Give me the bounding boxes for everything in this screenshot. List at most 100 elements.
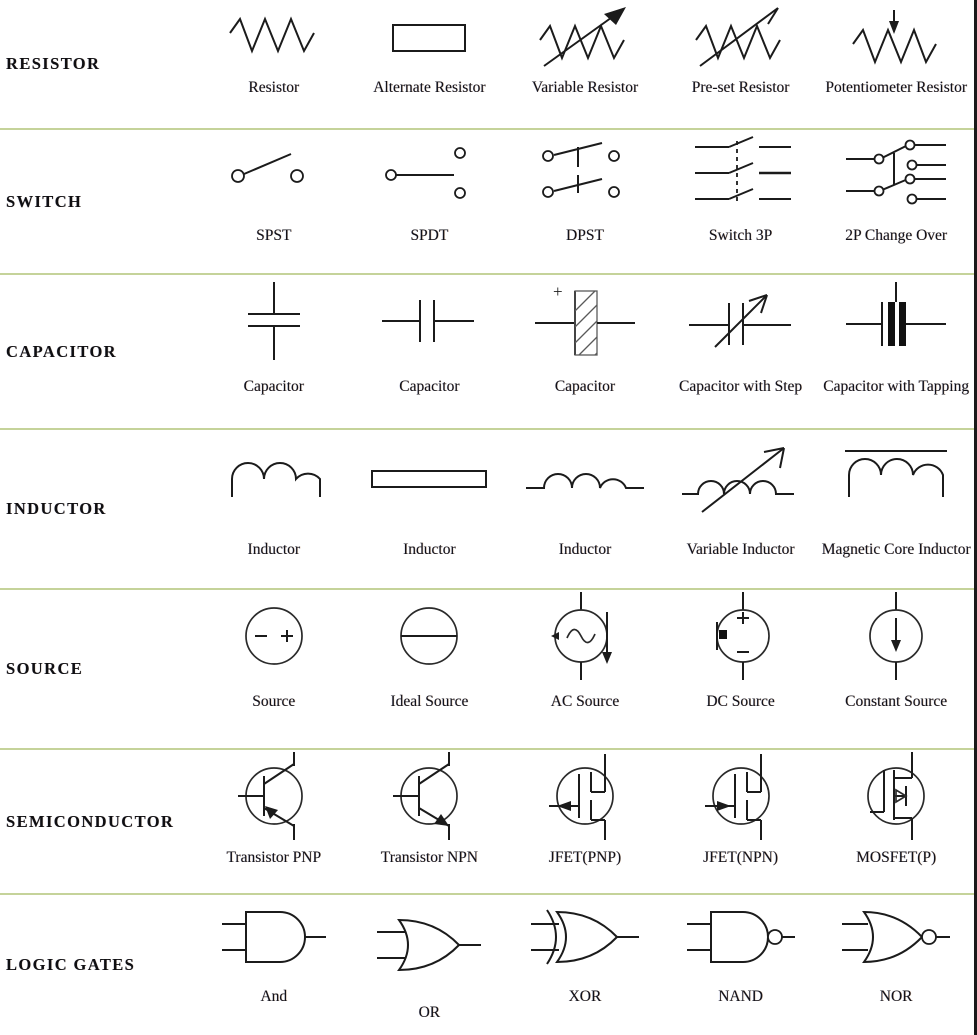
symbol-caption: Alternate Resistor	[373, 79, 486, 96]
inductor-coil-flat-symbol	[507, 430, 663, 526]
mosfet-p-symbol	[818, 750, 974, 842]
symbol-cells: Inductor Inductor Inductor Variable Indu…	[196, 430, 974, 588]
resistor-rectangle-symbol	[352, 0, 508, 74]
symbol-cell-spdt: SPDT	[352, 130, 508, 273]
symbol-caption: Switch 3P	[708, 227, 773, 244]
category-row-resistor: RESISTOR Resistor Alternate Resistor Var…	[0, 0, 974, 130]
symbol-cell-magnetic-core-inductor: Magnetic Core Inductor	[818, 430, 974, 588]
symbol-caption: JFET(NPN)	[703, 849, 779, 866]
spdt-switch-symbol	[352, 130, 508, 214]
ideal-source-symbol	[352, 590, 508, 682]
symbol-caption: NAND	[718, 988, 763, 1005]
spst-switch-symbol	[196, 130, 352, 214]
category-title: INDUCTOR	[6, 499, 107, 518]
category-row-inductor: INDUCTOR Inductor Inductor Inductor Vari…	[0, 430, 974, 590]
symbol-cell-mosfet-p: MOSFET(P)	[818, 750, 974, 893]
symbol-cell-polarized-capacitor: + Capacitor	[507, 275, 663, 428]
symbol-cell-switch-3p: Switch 3P	[663, 130, 819, 273]
category-label-switch: SWITCH	[0, 130, 196, 273]
symbol-cell-transistor-pnp: Transistor PNP	[196, 750, 352, 893]
symbol-cell-nand-gate: NAND	[663, 895, 819, 1035]
variable-inductor-symbol	[663, 430, 819, 526]
symbol-caption: DC Source	[706, 693, 775, 710]
symbol-caption: Magnetic Core Inductor	[821, 541, 971, 558]
category-label-semiconductor: SEMICONDUCTOR	[0, 750, 196, 893]
symbol-caption: Inductor	[558, 541, 612, 558]
magnetic-core-inductor-symbol	[818, 430, 974, 526]
variable-resistor-arrow-symbol	[507, 0, 663, 74]
category-label-capacitor: CAPACITOR	[0, 275, 196, 428]
symbols-chart: RESISTOR Resistor Alternate Resistor Var…	[0, 0, 977, 1035]
symbol-cell-resistor: Resistor	[196, 0, 352, 128]
symbol-cell-capacitor-vertical: Capacitor	[196, 275, 352, 428]
xor-gate-symbol	[507, 895, 663, 979]
symbol-caption: Variable Resistor	[531, 79, 639, 96]
symbol-cell-dc-source: DC Source	[663, 590, 819, 748]
symbol-caption: Pre-set Resistor	[691, 79, 790, 96]
and-gate-symbol	[196, 895, 352, 979]
symbol-cell-and-gate: And	[196, 895, 352, 1035]
symbol-caption: Inductor	[403, 541, 456, 558]
symbol-cell-nor-gate: NOR	[818, 895, 974, 1035]
jfet-pnp-symbol	[507, 750, 663, 842]
symbol-cells: Capacitor Capacitor + Capacitor Capacito…	[196, 275, 974, 428]
symbol-cell-xor-gate: XOR	[507, 895, 663, 1035]
symbol-caption: SPDT	[410, 227, 449, 244]
symbol-cell-capacitor-with-step: Capacitor with Step	[663, 275, 819, 428]
polarity-marking: +	[553, 282, 563, 301]
category-row-semiconductor: SEMICONDUCTOR Transistor PNP Transistor …	[0, 750, 974, 895]
or-gate-symbol	[352, 895, 508, 987]
symbol-cells: Resistor Alternate Resistor Variable Res…	[196, 0, 974, 128]
category-title: CAPACITOR	[6, 341, 117, 361]
symbol-cell-jfet-pnp: JFET(PNP)	[507, 750, 663, 893]
symbol-cells: SPST SPDT DPST Switch 3P 2P Change Over	[196, 130, 974, 273]
nand-gate-symbol	[663, 895, 819, 979]
symbol-cell-inductor-flat: Inductor	[507, 430, 663, 588]
symbol-cell-or-gate: OR	[352, 895, 508, 1035]
symbol-cell-constant-source: Constant Source	[818, 590, 974, 748]
symbol-caption: Capacitor	[399, 378, 460, 395]
category-title: SEMICONDUCTOR	[6, 811, 175, 831]
symbol-cell-inductor-coil: Inductor	[196, 430, 352, 588]
symbol-cell-jfet-npn: JFET(NPN)	[663, 750, 819, 893]
symbol-caption: JFET(PNP)	[548, 849, 622, 866]
symbol-caption: 2P Change Over	[845, 227, 948, 244]
symbol-caption: DPST	[566, 227, 604, 244]
resistor-zigzag-symbol	[196, 0, 352, 74]
symbol-caption: Capacitor	[554, 378, 616, 395]
preset-resistor-symbol	[663, 0, 819, 74]
category-row-logic-gates: LOGIC GATES And OR XOR NAND NOR	[0, 895, 974, 1035]
symbol-cell-preset-resistor: Pre-set Resistor	[663, 0, 819, 128]
three-pole-switch-symbol	[663, 130, 819, 214]
symbol-cell-capacitor-horizontal: Capacitor	[352, 275, 508, 428]
symbol-cell-dpst: DPST	[507, 130, 663, 273]
category-title: LOGIC GATES	[6, 955, 136, 974]
symbol-caption: Inductor	[247, 541, 301, 558]
symbol-cell-alternate-resistor: Alternate Resistor	[352, 0, 508, 128]
symbol-caption: Variable Inductor	[686, 541, 795, 558]
symbol-cell-inductor-rectangle: Inductor	[352, 430, 508, 588]
symbol-cells: Source Ideal Source AC Source DC Source …	[196, 590, 974, 748]
symbol-caption: And	[260, 988, 288, 1005]
category-label-logic-gates: LOGIC GATES	[0, 895, 196, 1035]
dc-source-symbol	[663, 590, 819, 682]
symbol-caption: NOR	[879, 988, 913, 1005]
two-pole-change-over-switch-symbol	[818, 130, 974, 214]
symbol-cell-ac-source: AC Source	[507, 590, 663, 748]
transistor-pnp-symbol	[196, 750, 352, 842]
symbol-caption: Potentiometer Resistor	[825, 79, 967, 96]
category-title: SWITCH	[6, 191, 83, 211]
symbol-caption: Source	[252, 693, 296, 710]
symbol-caption: XOR	[568, 988, 602, 1005]
symbol-cell-ideal-source: Ideal Source	[352, 590, 508, 748]
category-row-switch: SWITCH SPST SPDT DPST Switch 3P 2P Chang…	[0, 130, 974, 275]
variable-capacitor-symbol	[663, 275, 819, 367]
jfet-npn-symbol	[663, 750, 819, 842]
symbol-cell-capacitor-with-tapping: Capacitor with Tapping	[818, 275, 974, 428]
symbol-cells: Transistor PNP Transistor NPN JFET(PNP) …	[196, 750, 974, 893]
category-row-source: SOURCE Source Ideal Source AC Source DC …	[0, 590, 974, 750]
symbol-caption: OR	[418, 1004, 441, 1021]
symbol-cell-transistor-npn: Transistor NPN	[352, 750, 508, 893]
symbol-caption: Capacitor with Tapping	[823, 378, 970, 395]
symbol-caption: Ideal Source	[390, 693, 469, 710]
